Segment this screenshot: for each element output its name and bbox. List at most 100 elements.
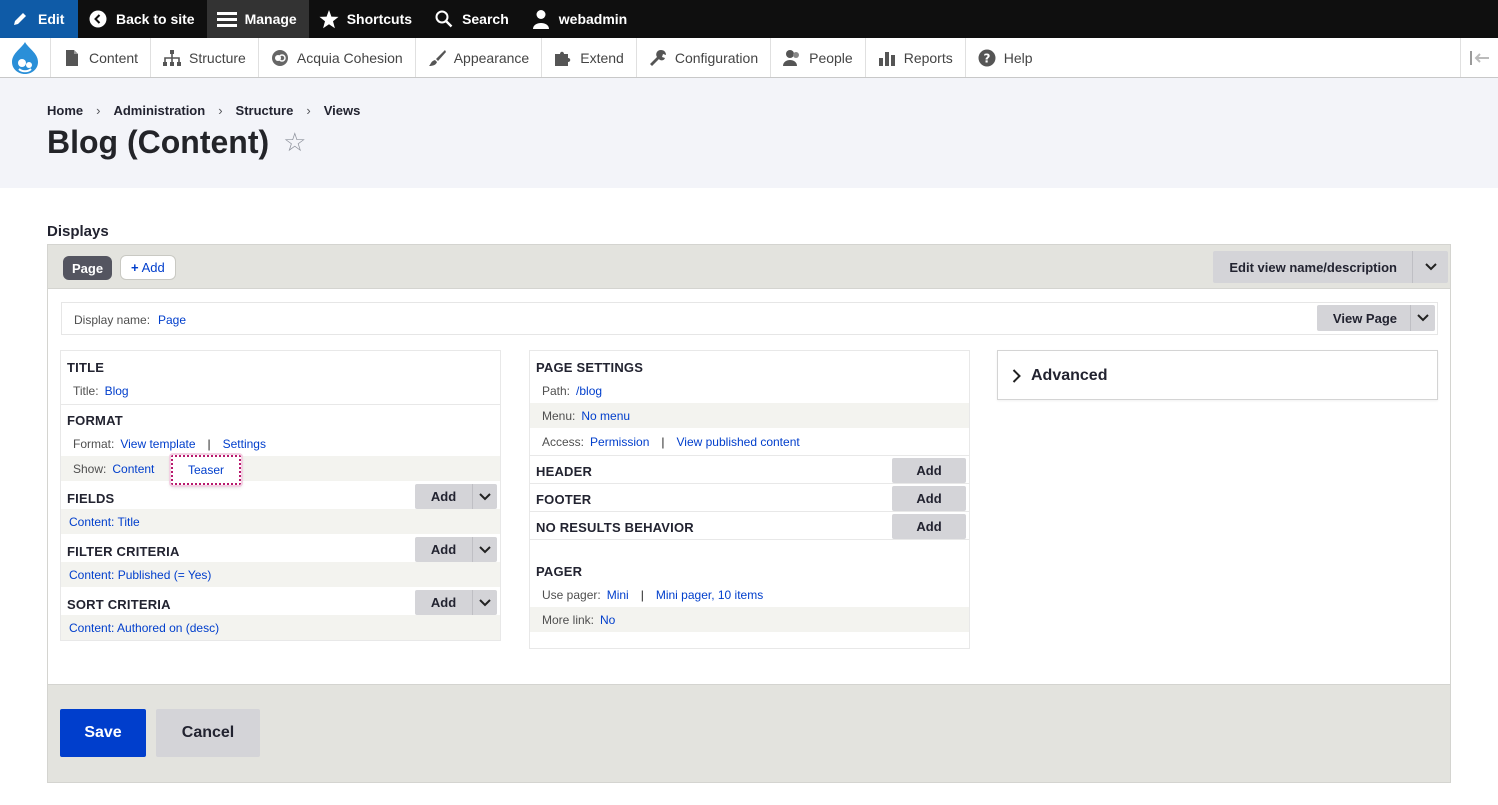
more-link-value[interactable]: No: [600, 613, 615, 627]
edit-label: Edit: [38, 11, 65, 27]
paintbrush-icon: [428, 49, 446, 67]
path-row: Path: /blog: [530, 378, 969, 403]
favorite-star-icon[interactable]: ☆: [283, 127, 306, 158]
show-teaser-link[interactable]: Teaser: [188, 463, 224, 477]
chevron-down-icon: [1417, 314, 1429, 322]
edit-toolbar-button[interactable]: Edit: [0, 0, 78, 38]
edit-view-name-dropbutton: Edit view name/description: [1213, 251, 1448, 283]
wrench-icon: [649, 49, 667, 67]
divider: [530, 511, 969, 512]
access-row: Access: Permission | View published cont…: [530, 429, 969, 454]
cancel-button[interactable]: Cancel: [156, 709, 260, 757]
plus-icon: +: [131, 260, 139, 275]
use-pager-link[interactable]: Mini: [607, 588, 629, 602]
search-label: Search: [462, 11, 509, 27]
filter-add-button[interactable]: Add: [415, 537, 472, 562]
sort-row: Content: Authored on (desc): [61, 615, 500, 640]
back-to-site-label: Back to site: [116, 11, 195, 27]
pager-detail-link[interactable]: Mini pager, 10 items: [656, 588, 763, 602]
tray-item-content[interactable]: Content: [50, 38, 150, 77]
display-column-second: PAGE SETTINGS Path: /blog Menu: No menu …: [529, 350, 970, 649]
sort-add-dropdown-toggle[interactable]: [472, 590, 497, 615]
tab-page[interactable]: Page: [63, 256, 113, 280]
shortcuts-toolbar-tab[interactable]: Shortcuts: [309, 0, 424, 38]
footer-add-button[interactable]: Add: [892, 486, 966, 511]
menu-link[interactable]: No menu: [581, 409, 630, 423]
hamburger-icon: [216, 9, 237, 29]
divider: [530, 455, 969, 456]
tray-item-configuration[interactable]: Configuration: [635, 38, 770, 77]
toolbar-bar: Edit Back to site Manage Shortcuts Searc…: [0, 0, 1498, 38]
search-toolbar-tab[interactable]: Search: [424, 0, 521, 38]
tray-item-acquia-cohesion[interactable]: Acquia Cohesion: [257, 38, 415, 77]
fields-add-dropdown-toggle[interactable]: [472, 484, 497, 509]
displays-heading: Displays: [47, 223, 109, 240]
filter-published-link[interactable]: Content: Published (= Yes): [69, 568, 211, 582]
advanced-details[interactable]: Advanced: [997, 350, 1438, 400]
tray-item-appearance[interactable]: Appearance: [414, 38, 542, 77]
star-icon: [319, 9, 339, 29]
separator: |: [207, 436, 211, 451]
display-name-link[interactable]: Page: [158, 313, 186, 327]
format-label: Format:: [73, 436, 115, 451]
manage-label: Manage: [244, 11, 297, 27]
edit-view-dropdown-toggle[interactable]: [1412, 251, 1448, 283]
show-teaser-link-focused[interactable]: Teaser: [171, 455, 241, 485]
filter-add-dropdown-toggle[interactable]: [472, 537, 497, 562]
svg-text:?: ?: [983, 51, 990, 65]
more-link-row: More link: No: [530, 607, 969, 632]
advanced-summary[interactable]: Advanced: [1012, 367, 1107, 385]
advanced-label: Advanced: [1031, 367, 1108, 384]
chevron-down-icon: [479, 492, 491, 500]
path-link[interactable]: /blog: [576, 384, 602, 398]
no-results-add-button[interactable]: Add: [892, 514, 966, 539]
sort-authored-link[interactable]: Content: Authored on (desc): [69, 621, 219, 635]
view-page-dropdown-toggle[interactable]: [1410, 305, 1435, 331]
display-column-first: TITLE Title: Blog FORMAT Format: View te…: [60, 350, 501, 641]
tray-item-help[interactable]: ? Help: [964, 38, 1045, 77]
filter-section-heading: FILTER CRITERIA: [67, 544, 180, 559]
pencil-icon: [10, 9, 30, 29]
breadcrumb-structure[interactable]: Structure: [236, 103, 294, 118]
title-link[interactable]: Blog: [105, 384, 129, 398]
fields-add-button[interactable]: Add: [415, 484, 472, 509]
page-title-text: Blog (Content): [47, 124, 270, 160]
view-template-link[interactable]: View template: [120, 437, 195, 451]
header-add-button[interactable]: Add: [892, 458, 966, 483]
breadcrumb-administration[interactable]: Administration: [113, 103, 205, 118]
tray-item-reports[interactable]: Reports: [864, 38, 965, 77]
breadcrumb-views[interactable]: Views: [324, 103, 361, 118]
tray-item-structure[interactable]: Structure: [150, 38, 258, 77]
page-settings-heading: PAGE SETTINGS: [536, 360, 644, 375]
user-label: webadmin: [558, 11, 628, 27]
user-toolbar-tab[interactable]: webadmin: [521, 0, 639, 38]
breadcrumb-home[interactable]: Home: [47, 103, 83, 118]
add-display-button[interactable]: + Add: [120, 255, 176, 280]
access-permission-link[interactable]: Permission: [590, 435, 649, 449]
back-to-site-link[interactable]: Back to site: [78, 0, 207, 38]
field-content-title-link[interactable]: Content: Title: [69, 515, 140, 529]
access-label: Access:: [542, 434, 585, 449]
header-section-heading: HEADER: [536, 464, 593, 479]
view-page-button[interactable]: View Page: [1317, 305, 1410, 331]
menu-label: Menu:: [542, 408, 576, 423]
add-display-label: Add: [141, 260, 165, 275]
tray-item-extend[interactable]: Extend: [541, 38, 636, 77]
title-label: Title:: [73, 383, 99, 398]
manage-toolbar-tab[interactable]: Manage: [206, 0, 309, 38]
edit-view-name-button[interactable]: Edit view name/description: [1213, 251, 1412, 283]
access-value-link[interactable]: View published content: [677, 435, 800, 449]
divider: [61, 404, 500, 405]
save-button[interactable]: Save: [60, 709, 146, 757]
drupal-drop-icon[interactable]: [0, 38, 50, 77]
filter-add-dropbutton: Add: [415, 537, 497, 562]
tray-item-people[interactable]: People: [770, 38, 865, 77]
format-settings-link[interactable]: Settings: [223, 437, 266, 451]
path-label: Path:: [542, 383, 571, 398]
page-title: Blog (Content) ☆: [47, 124, 306, 161]
sort-add-button[interactable]: Add: [415, 590, 472, 615]
people-icon: [783, 49, 801, 67]
show-content-link[interactable]: Content: [112, 462, 154, 476]
collapse-tray-icon[interactable]: [1460, 38, 1498, 77]
cohesion-icon: [271, 49, 289, 67]
